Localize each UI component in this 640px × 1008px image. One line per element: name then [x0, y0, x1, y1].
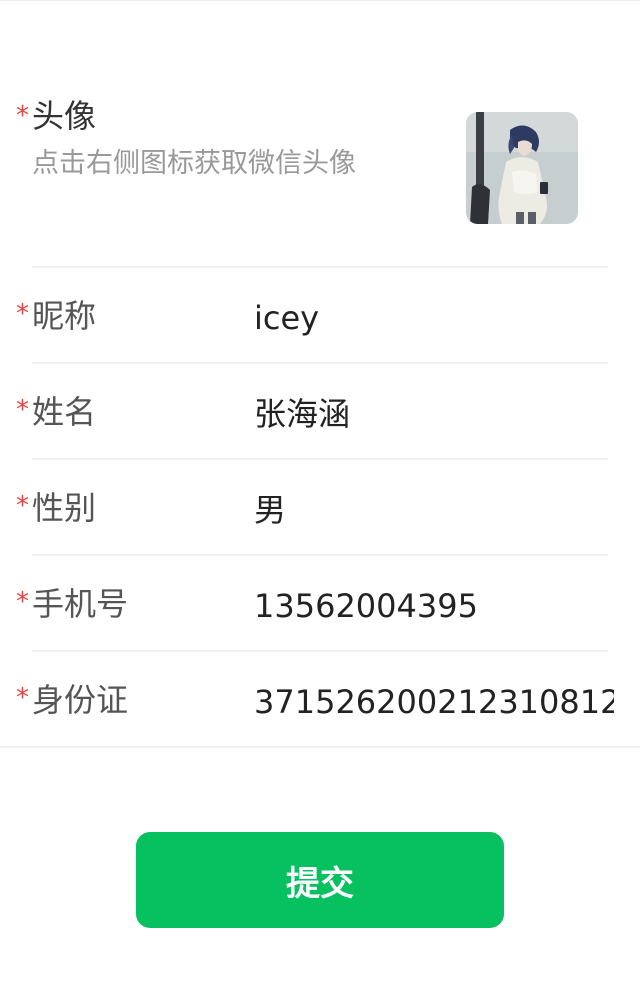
avatar-label: 头像 [32, 97, 97, 135]
phone-input[interactable] [254, 586, 614, 626]
row-divider [32, 266, 608, 268]
row-divider [32, 650, 608, 652]
name-label: 姓名 [32, 393, 97, 431]
gender-picker[interactable]: 男 [254, 490, 614, 530]
avatar-hint: 点击右侧图标获取微信头像 [32, 148, 356, 179]
form-bottom-divider [0, 746, 640, 748]
nickname-label: 昵称 [32, 297, 97, 335]
phone-label: 手机号 [32, 585, 129, 623]
profile-form-page: * 头像 点击右侧图标获取微信头像 * 昵称 * 姓名 [0, 0, 640, 1008]
avatar-button[interactable] [466, 112, 578, 224]
top-divider [0, 0, 640, 1]
required-mark: * [16, 587, 29, 617]
submit-button[interactable]: 提交 [136, 832, 504, 928]
avatar-photo [466, 112, 578, 224]
gender-label: 性别 [32, 489, 97, 527]
required-mark: * [16, 683, 29, 713]
name-input[interactable] [254, 394, 614, 434]
row-divider [32, 554, 608, 556]
required-mark: * [16, 101, 29, 131]
required-mark: * [16, 491, 29, 521]
required-mark: * [16, 395, 29, 425]
id-card-label: 身份证 [32, 681, 129, 719]
nickname-input[interactable] [254, 298, 614, 338]
row-divider [32, 362, 608, 364]
row-divider [32, 458, 608, 460]
id-card-input[interactable] [254, 682, 614, 722]
required-mark: * [16, 299, 29, 329]
